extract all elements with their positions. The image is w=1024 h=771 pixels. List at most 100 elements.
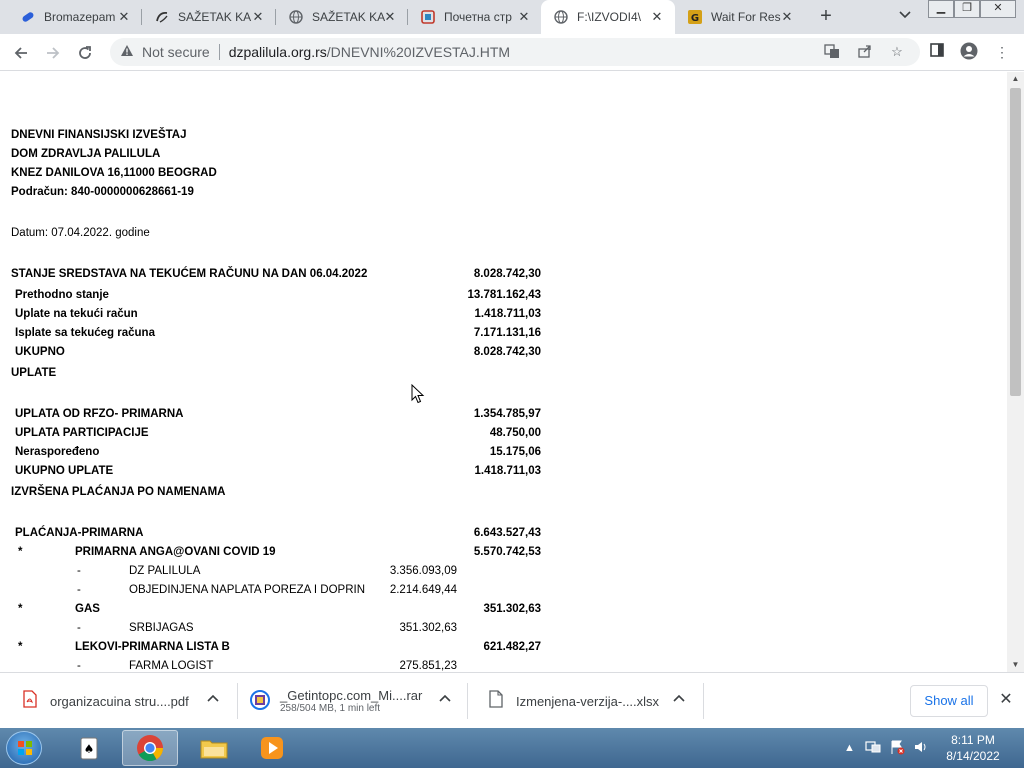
show-hidden-icons-icon[interactable]: ▲ [844,742,855,754]
tab-sazetak-2[interactable]: SAŽETAK KA ✕ [276,0,408,34]
browser-toolbar: Not secure dzpalilula.org.rs /DNEVNI%20I… [0,34,1024,71]
tab-izvodi-active[interactable]: F:\IZVODI4\ ✕ [541,0,675,34]
placanja-group-value: 6.643.527,43 [473,527,541,539]
warning-icon[interactable] [118,44,136,60]
uplate-row-value: 48.750,00 [489,427,541,439]
balance-row-value: 13.781.162,43 [467,289,541,301]
file-explorer-app-icon[interactable] [186,730,242,766]
download-bar: organizacuina stru....pdf _Getintopc.com… [0,672,1024,728]
start-button[interactable] [6,731,42,765]
download-chevron-icon[interactable] [205,693,221,709]
show-all-button[interactable]: Show all [910,685,988,717]
tab-bromazepam[interactable]: Bromazepam ✕ [8,0,142,34]
page-scrollbar[interactable]: ▲ ▼ [1007,72,1024,672]
restore-icon[interactable]: ❐ [954,0,980,18]
omnibox-divider [218,44,220,60]
download-item[interactable]: organizacuina stru....pdf [20,679,238,723]
globe-icon [288,9,304,25]
download-chevron-icon[interactable] [437,693,453,709]
site-icon [420,9,436,25]
tab-close-icon[interactable]: ✕ [516,9,532,25]
file-icon [486,690,506,712]
subitem-label: DZ PALILULA [129,565,201,577]
url-host: dzpalilula.org.rs [228,44,327,60]
scroll-down-arrow-icon[interactable]: ▼ [1007,658,1024,672]
download-chevron-icon[interactable] [671,693,687,709]
subitem-label: FARMA LOGIST [129,660,214,672]
forward-icon[interactable] [42,42,64,64]
network-icon[interactable] [865,740,881,757]
svg-text:♠: ♠ [84,742,95,756]
download-progress-text: 258/504 MB, 1 min left [280,703,381,714]
back-icon[interactable] [10,42,32,64]
media-player-app-icon[interactable] [244,730,300,766]
download-separator [467,683,468,719]
report-title: DNEVNI FINANSIJSKI IZVEŠTAJ [11,129,187,141]
balance-row-label: UKUPNO [15,346,65,358]
clock-time: 8:11 PM [951,733,995,747]
url-path: /DNEVNI%20IZVESTAJ.HTM [326,44,511,60]
balance-row-label: Isplate sa tekućeg računa [15,327,155,339]
category-label: PRIMARNA ANGA@OVANI COVID 19 [75,546,276,558]
download-item[interactable]: _Getintopc.com_Mi....rar 258/504 MB, 1 m… [250,679,468,723]
system-tray: ▲ [844,728,929,768]
tab-close-icon[interactable]: ✕ [250,9,266,25]
close-window-icon[interactable]: ✕ [980,0,1016,18]
windows-taskbar: ♠ ▲ 8:11 PM 8/14/2022 [0,728,1024,768]
tab-close-icon[interactable]: ✕ [382,9,398,25]
subitem-dash: - [77,565,81,577]
download-item[interactable]: Izmenjena-verzija-....xlsx [486,679,704,723]
category-bullet: * [18,641,23,653]
taskbar-clock[interactable]: 8:11 PM 8/14/2022 [938,732,1008,764]
rar-icon [250,690,270,712]
tab-sazetak-1[interactable]: SAŽETAK KA ✕ [142,0,276,34]
category-label: LEKOVI-PRIMARNA LISTA B [75,641,230,653]
download-name: _Getintopc.com_Mi....rar [280,688,423,703]
menu-kebab-icon[interactable]: ⋮ [992,42,1012,62]
clock-date: 8/14/2022 [946,749,1000,763]
tab-strip: Bromazepam ✕ SAŽETAK KA ✕ SAŽETAK KA ✕ П… [0,0,1024,34]
address-bar[interactable]: Not secure dzpalilula.org.rs /DNEVNI%20I… [110,38,920,66]
share-icon[interactable] [856,43,874,61]
chrome-app-icon[interactable] [122,730,178,766]
download-separator [703,683,704,719]
close-download-bar-icon[interactable]: ✕ [997,691,1015,709]
not-secure-label[interactable]: Not secure [142,44,210,60]
uplate-title: UPLATE [11,367,57,379]
scroll-up-arrow-icon[interactable]: ▲ [1007,72,1024,86]
tab-close-icon[interactable]: ✕ [116,9,132,25]
subitem-value: 275.851,23 [399,660,457,672]
solitaire-app-icon[interactable]: ♠ [62,730,118,766]
translate-icon[interactable] [823,43,841,61]
uplate-row-value: 1.354.785,97 [473,408,541,420]
new-tab-plus-icon[interactable]: + [816,6,836,27]
tab-close-icon[interactable]: ✕ [779,9,795,25]
category-label: GAS [75,603,100,615]
svg-text:G: G [691,13,699,24]
profile-avatar-icon[interactable] [959,42,979,62]
mouse-cursor-icon [411,384,425,404]
placanja-title: IZVRŠENA PLAĆANJA PO NAMENAMA [11,486,226,498]
tab-close-icon[interactable]: ✕ [649,9,665,25]
subitem-value: 2.214.649,44 [389,584,457,596]
side-panel-icon[interactable] [927,42,947,62]
institution-address: KNEZ DANILOVA 16,11000 BEOGRAD [11,167,217,179]
tab-wait-for-res[interactable]: G Wait For Res ✕ [675,0,805,34]
bookmark-star-icon[interactable]: ☆ [888,43,906,61]
subitem-label: SRBIJAGAS [129,622,194,634]
balance-row-value: 8.028.742,30 [473,346,541,358]
uplate-row-label: Neraspoređeno [15,446,100,458]
uplate-row-label: UKUPNO UPLATE [15,465,114,477]
minimize-icon[interactable]: ▁ [928,0,954,18]
volume-icon[interactable] [913,740,929,757]
tab-pocetna[interactable]: Почетна стр ✕ [408,0,542,34]
uplate-row-value: 1.418.711,03 [474,465,541,477]
scrollbar-thumb[interactable] [1010,88,1021,396]
balance-title-value: 8.028.742,30 [473,268,541,280]
action-center-flag-icon[interactable] [889,739,905,758]
download-separator [237,683,238,719]
category-value: 5.570.742,53 [473,546,541,558]
reload-icon[interactable] [74,42,96,64]
tab-search-chevron-icon[interactable] [896,8,914,26]
balance-title: STANJE SREDSTAVA NA TEKUĆEM RAČUNU NA DA… [11,268,368,280]
